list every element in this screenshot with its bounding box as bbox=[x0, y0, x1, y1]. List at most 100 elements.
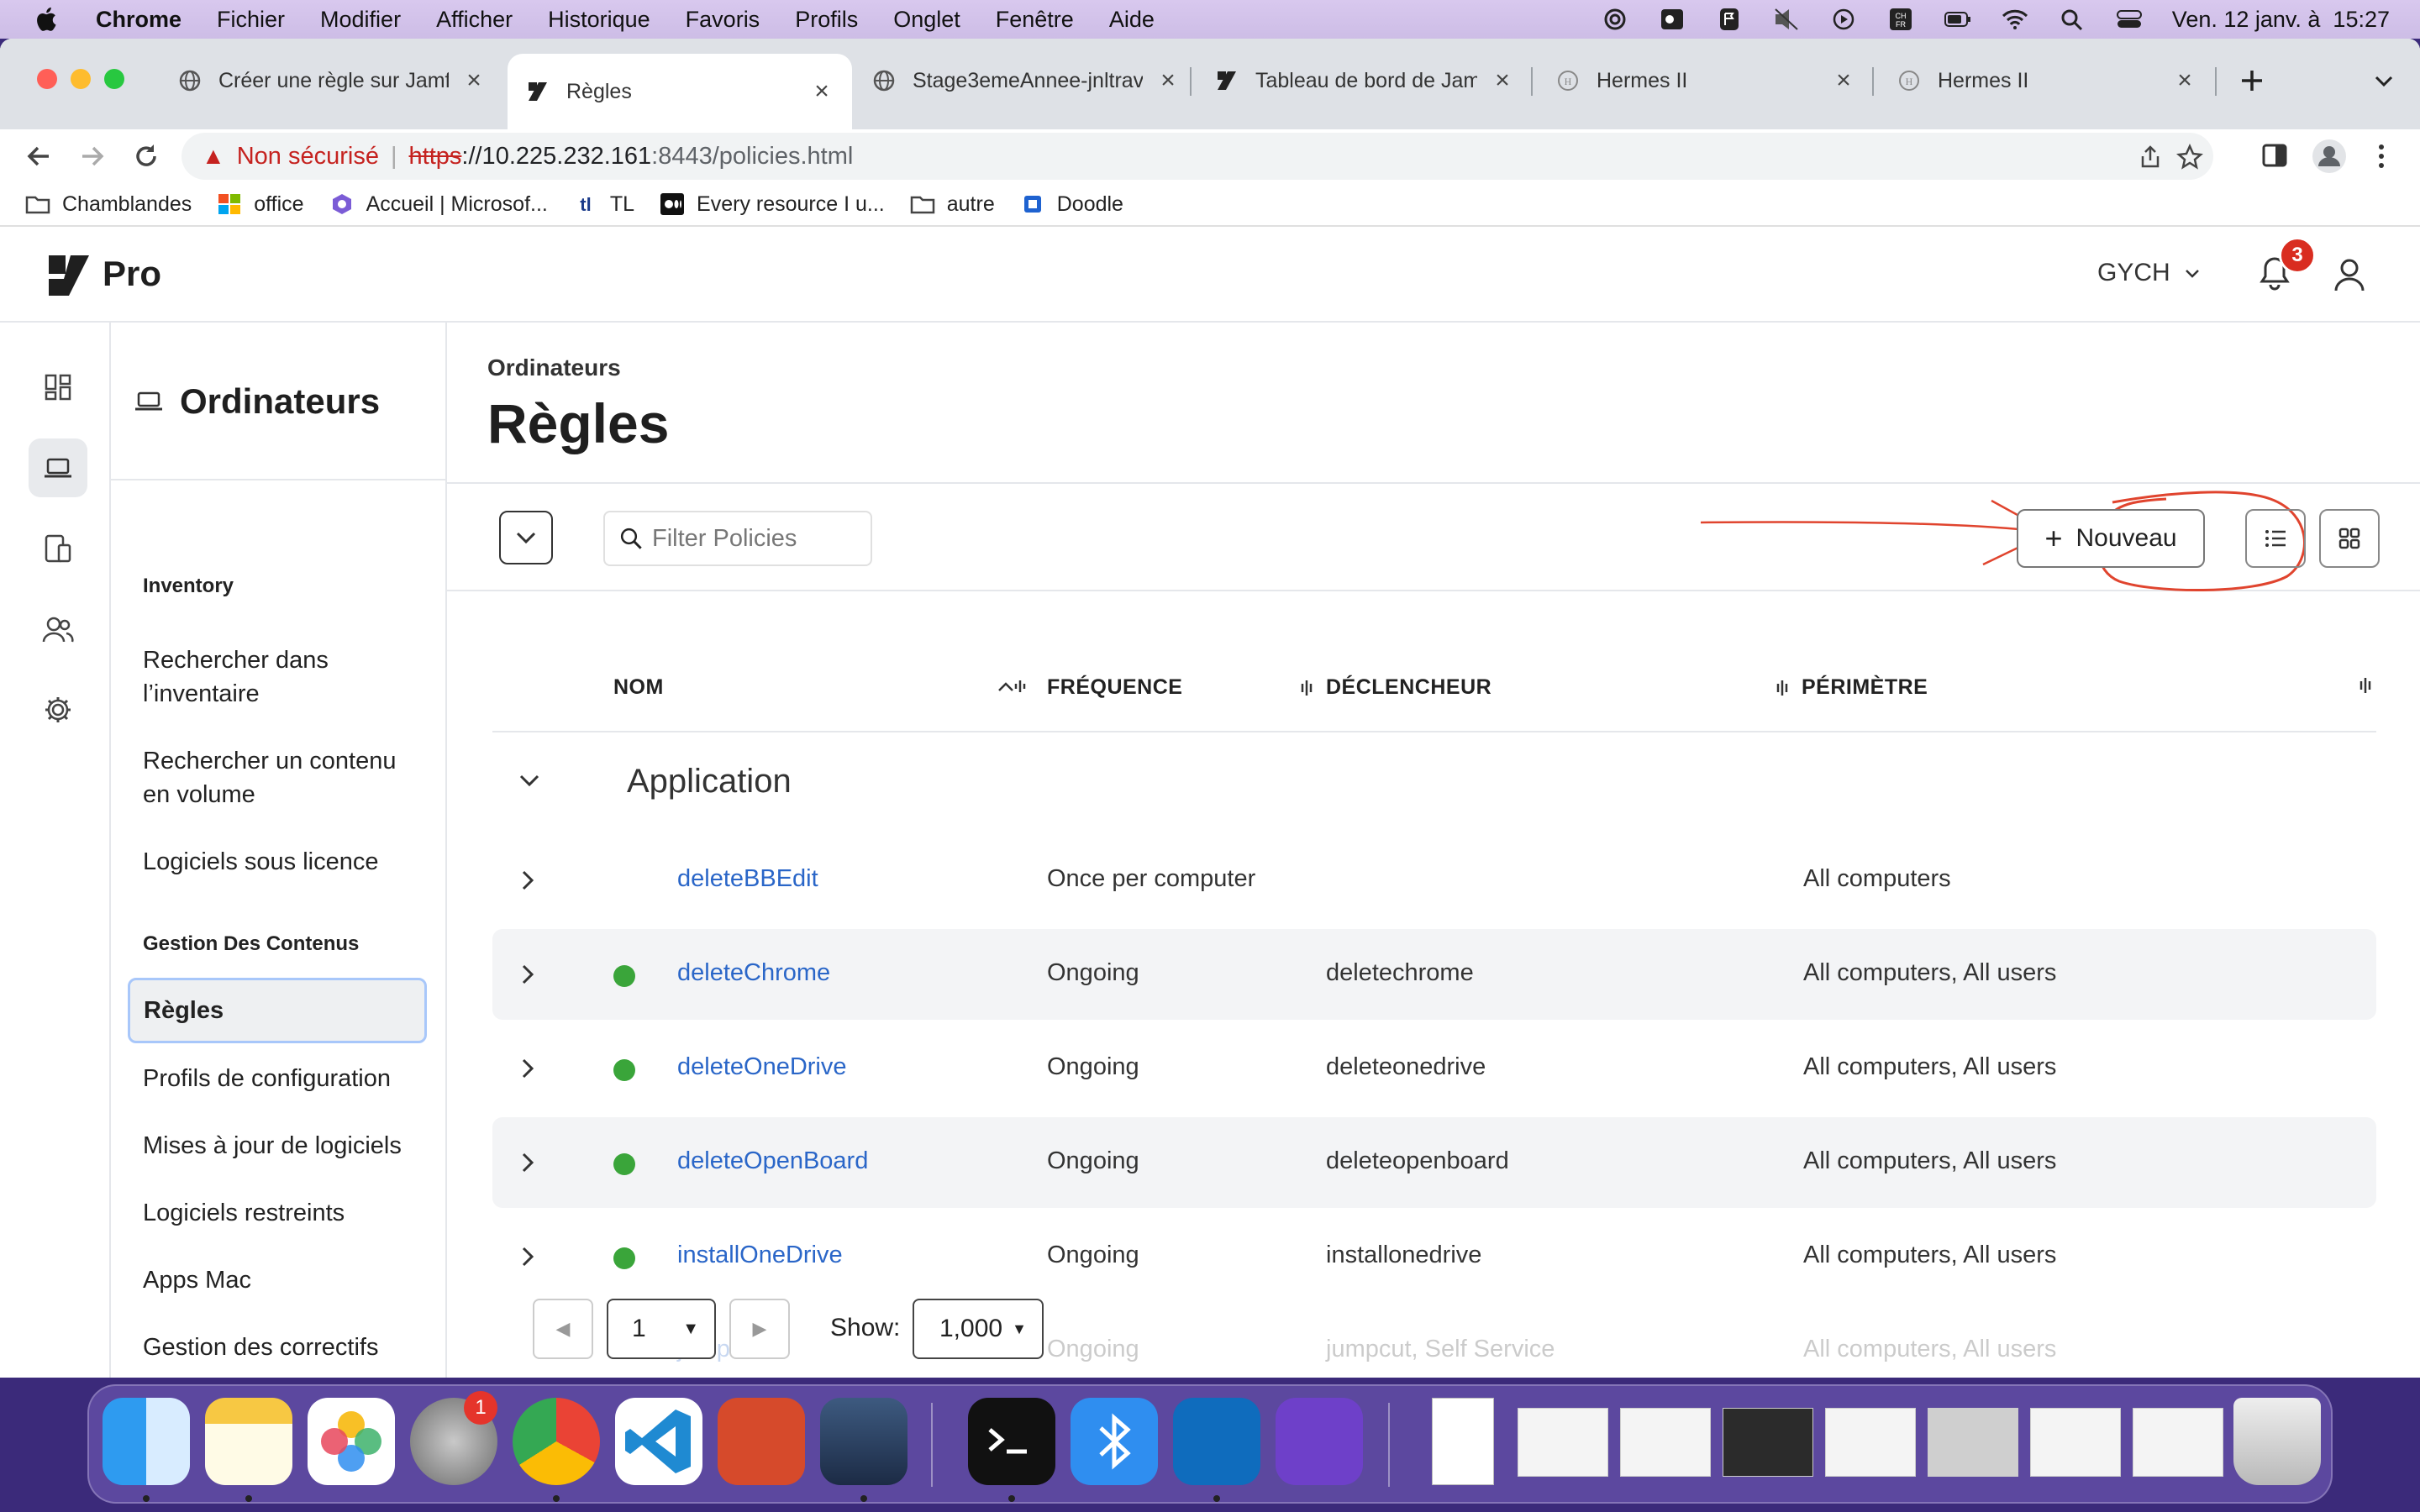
menu-historique[interactable]: Historique bbox=[548, 7, 650, 33]
jamf-logo-icon[interactable] bbox=[47, 254, 91, 297]
remote-desktop-icon[interactable] bbox=[718, 1398, 805, 1485]
sidebar-item-licensed-software[interactable]: Logiciels sous licence bbox=[143, 845, 429, 879]
menu-aide[interactable]: Aide bbox=[1109, 7, 1155, 33]
chrome-icon[interactable] bbox=[513, 1398, 600, 1485]
mute-icon[interactable] bbox=[1772, 8, 1801, 31]
photos-icon[interactable] bbox=[308, 1398, 395, 1485]
reload-icon[interactable] bbox=[131, 141, 161, 171]
list-view-button[interactable] bbox=[2245, 509, 2306, 568]
policy-name-link[interactable]: deleteChrome bbox=[677, 959, 830, 987]
close-tab-icon[interactable]: × bbox=[810, 77, 834, 106]
bluetooth-icon[interactable] bbox=[1071, 1398, 1158, 1485]
column-header-scope[interactable]: PÉRIMÈTRE bbox=[1775, 675, 1928, 700]
bookmark-star-icon[interactable] bbox=[2176, 144, 2203, 171]
minimize-window-button[interactable] bbox=[71, 69, 91, 89]
address-bar[interactable]: ▲ Non sécurisé | https ://10.225.232.161… bbox=[182, 133, 2213, 180]
close-tab-icon[interactable]: × bbox=[1491, 66, 1514, 95]
close-window-button[interactable] bbox=[37, 69, 57, 89]
column-header-name[interactable]: NOM bbox=[613, 675, 1026, 700]
chevron-right-icon[interactable] bbox=[511, 1240, 544, 1273]
new-tab-icon[interactable] bbox=[2237, 66, 2267, 96]
tab-4[interactable]: Tableau de bord de Jamf × bbox=[1197, 54, 1533, 108]
devices-nav-button[interactable] bbox=[29, 519, 87, 578]
policy-name-link[interactable]: installOneDrive bbox=[677, 1242, 843, 1269]
computers-nav-button[interactable] bbox=[29, 438, 87, 497]
chevron-right-icon[interactable] bbox=[511, 958, 544, 991]
chevron-right-icon[interactable] bbox=[511, 1146, 544, 1179]
back-icon[interactable] bbox=[24, 141, 54, 171]
menu-fenetre[interactable]: Fenêtre bbox=[996, 7, 1074, 33]
preview-binoculars-icon[interactable] bbox=[820, 1398, 908, 1485]
window-thumbnail[interactable] bbox=[1825, 1408, 1916, 1477]
column-resize-icon[interactable] bbox=[1299, 678, 1314, 698]
collapse-groups-button[interactable] bbox=[499, 511, 553, 564]
github-desktop-icon[interactable] bbox=[1276, 1398, 1363, 1485]
notification-count-badge[interactable]: 3 bbox=[2279, 237, 2316, 274]
docx-document-icon[interactable] bbox=[1432, 1398, 1494, 1485]
window-thumbnail[interactable] bbox=[1620, 1408, 1711, 1477]
bookmark-autre[interactable]: autre bbox=[910, 192, 995, 217]
play-icon[interactable] bbox=[1829, 8, 1858, 31]
column-header-trigger[interactable]: DÉCLENCHEUR bbox=[1299, 675, 1491, 700]
menu-profils[interactable]: Profils bbox=[795, 7, 858, 33]
sidebar-item-mass-search[interactable]: Rechercher un contenu en volume bbox=[143, 744, 429, 811]
sidebar-item-restricted-software[interactable]: Logiciels restreints bbox=[143, 1196, 429, 1230]
sidebar-item-config-profiles[interactable]: Profils de configuration bbox=[143, 1062, 429, 1095]
sidebar-item-policies[interactable]: Règles bbox=[128, 978, 427, 1043]
control-center-icon[interactable] bbox=[2115, 8, 2144, 31]
group-header-application[interactable]: Application bbox=[492, 734, 2376, 828]
vscode-icon[interactable] bbox=[615, 1398, 702, 1485]
close-tab-icon[interactable]: × bbox=[1832, 66, 1855, 95]
tab-1[interactable]: Créer une règle sur Jamf × bbox=[160, 54, 504, 108]
bookmark-accueil-microsoft[interactable]: Accueil | Microsof... bbox=[329, 192, 548, 217]
outlook-icon[interactable] bbox=[1173, 1398, 1260, 1485]
close-tab-icon[interactable]: × bbox=[2173, 66, 2196, 95]
new-policy-button[interactable]: + Nouveau bbox=[2017, 509, 2205, 568]
chevron-right-icon[interactable] bbox=[511, 1052, 544, 1085]
bookmark-every-resource[interactable]: Every resource I u... bbox=[660, 192, 885, 217]
filter-policies-field[interactable] bbox=[603, 511, 872, 566]
tab-6[interactable]: H Hermes II × bbox=[1879, 54, 2215, 108]
creative-cloud-icon[interactable] bbox=[1601, 8, 1629, 31]
column-resize-icon[interactable] bbox=[2358, 675, 2373, 696]
menu-onglet[interactable]: Onglet bbox=[893, 7, 960, 33]
wifi-icon[interactable] bbox=[2001, 8, 2029, 31]
flag-app-icon[interactable] bbox=[1715, 8, 1744, 31]
side-panel-icon[interactable] bbox=[2260, 141, 2289, 170]
close-tab-icon[interactable]: × bbox=[1156, 66, 1180, 95]
table-row[interactable]: deleteOneDrive Ongoing deleteonedrive Al… bbox=[492, 1023, 2376, 1114]
sidebar-item-search-inventory[interactable]: Rechercher dans l’inventaire bbox=[143, 643, 429, 711]
terminal-icon[interactable] bbox=[968, 1398, 1055, 1485]
tab-2-active[interactable]: Règles × bbox=[508, 54, 852, 129]
trash-icon[interactable] bbox=[2233, 1398, 2321, 1485]
tab-search-chevron-icon[interactable] bbox=[2371, 71, 2396, 91]
profile-avatar-icon[interactable] bbox=[2311, 138, 2348, 175]
menu-app-name[interactable]: Chrome bbox=[96, 7, 182, 33]
brand-name[interactable]: Pro bbox=[103, 254, 161, 294]
keyboard-layout-icon[interactable]: CHFR bbox=[1886, 8, 1915, 31]
previous-page-button[interactable]: ◀ bbox=[533, 1299, 593, 1359]
breadcrumb[interactable]: Ordinateurs bbox=[487, 354, 621, 381]
window-thumbnail[interactable] bbox=[1928, 1408, 2018, 1477]
bookmark-chamblandes[interactable]: Chamblandes bbox=[25, 192, 192, 217]
menu-modifier[interactable]: Modifier bbox=[320, 7, 401, 33]
warning-icon[interactable]: ▲ bbox=[202, 143, 225, 170]
apple-icon[interactable] bbox=[32, 4, 62, 34]
column-header-frequency[interactable]: FRÉQUENCE bbox=[1047, 675, 1182, 700]
table-row[interactable]: deleteBBEdit Once per computer All compu… bbox=[492, 835, 2376, 926]
finder-icon[interactable] bbox=[103, 1398, 190, 1485]
sort-ascending-icon[interactable] bbox=[997, 675, 1030, 696]
window-thumbnail[interactable] bbox=[2030, 1408, 2121, 1477]
column-resize-icon[interactable] bbox=[1775, 678, 1790, 698]
users-nav-button[interactable] bbox=[29, 600, 87, 659]
menu-afficher[interactable]: Afficher bbox=[436, 7, 513, 33]
menu-favoris[interactable]: Favoris bbox=[686, 7, 760, 33]
bookmark-tl[interactable]: tl TL bbox=[573, 192, 634, 217]
share-icon[interactable] bbox=[2138, 144, 2163, 170]
bookmark-doodle[interactable]: Doodle bbox=[1020, 192, 1123, 217]
sidebar-item-software-updates[interactable]: Mises à jour de logiciels bbox=[143, 1129, 429, 1163]
battery-icon[interactable] bbox=[1944, 8, 1972, 31]
notes-icon[interactable] bbox=[205, 1398, 292, 1485]
filter-policies-input[interactable] bbox=[652, 524, 871, 553]
policy-name-link[interactable]: deleteOneDrive bbox=[677, 1053, 847, 1081]
